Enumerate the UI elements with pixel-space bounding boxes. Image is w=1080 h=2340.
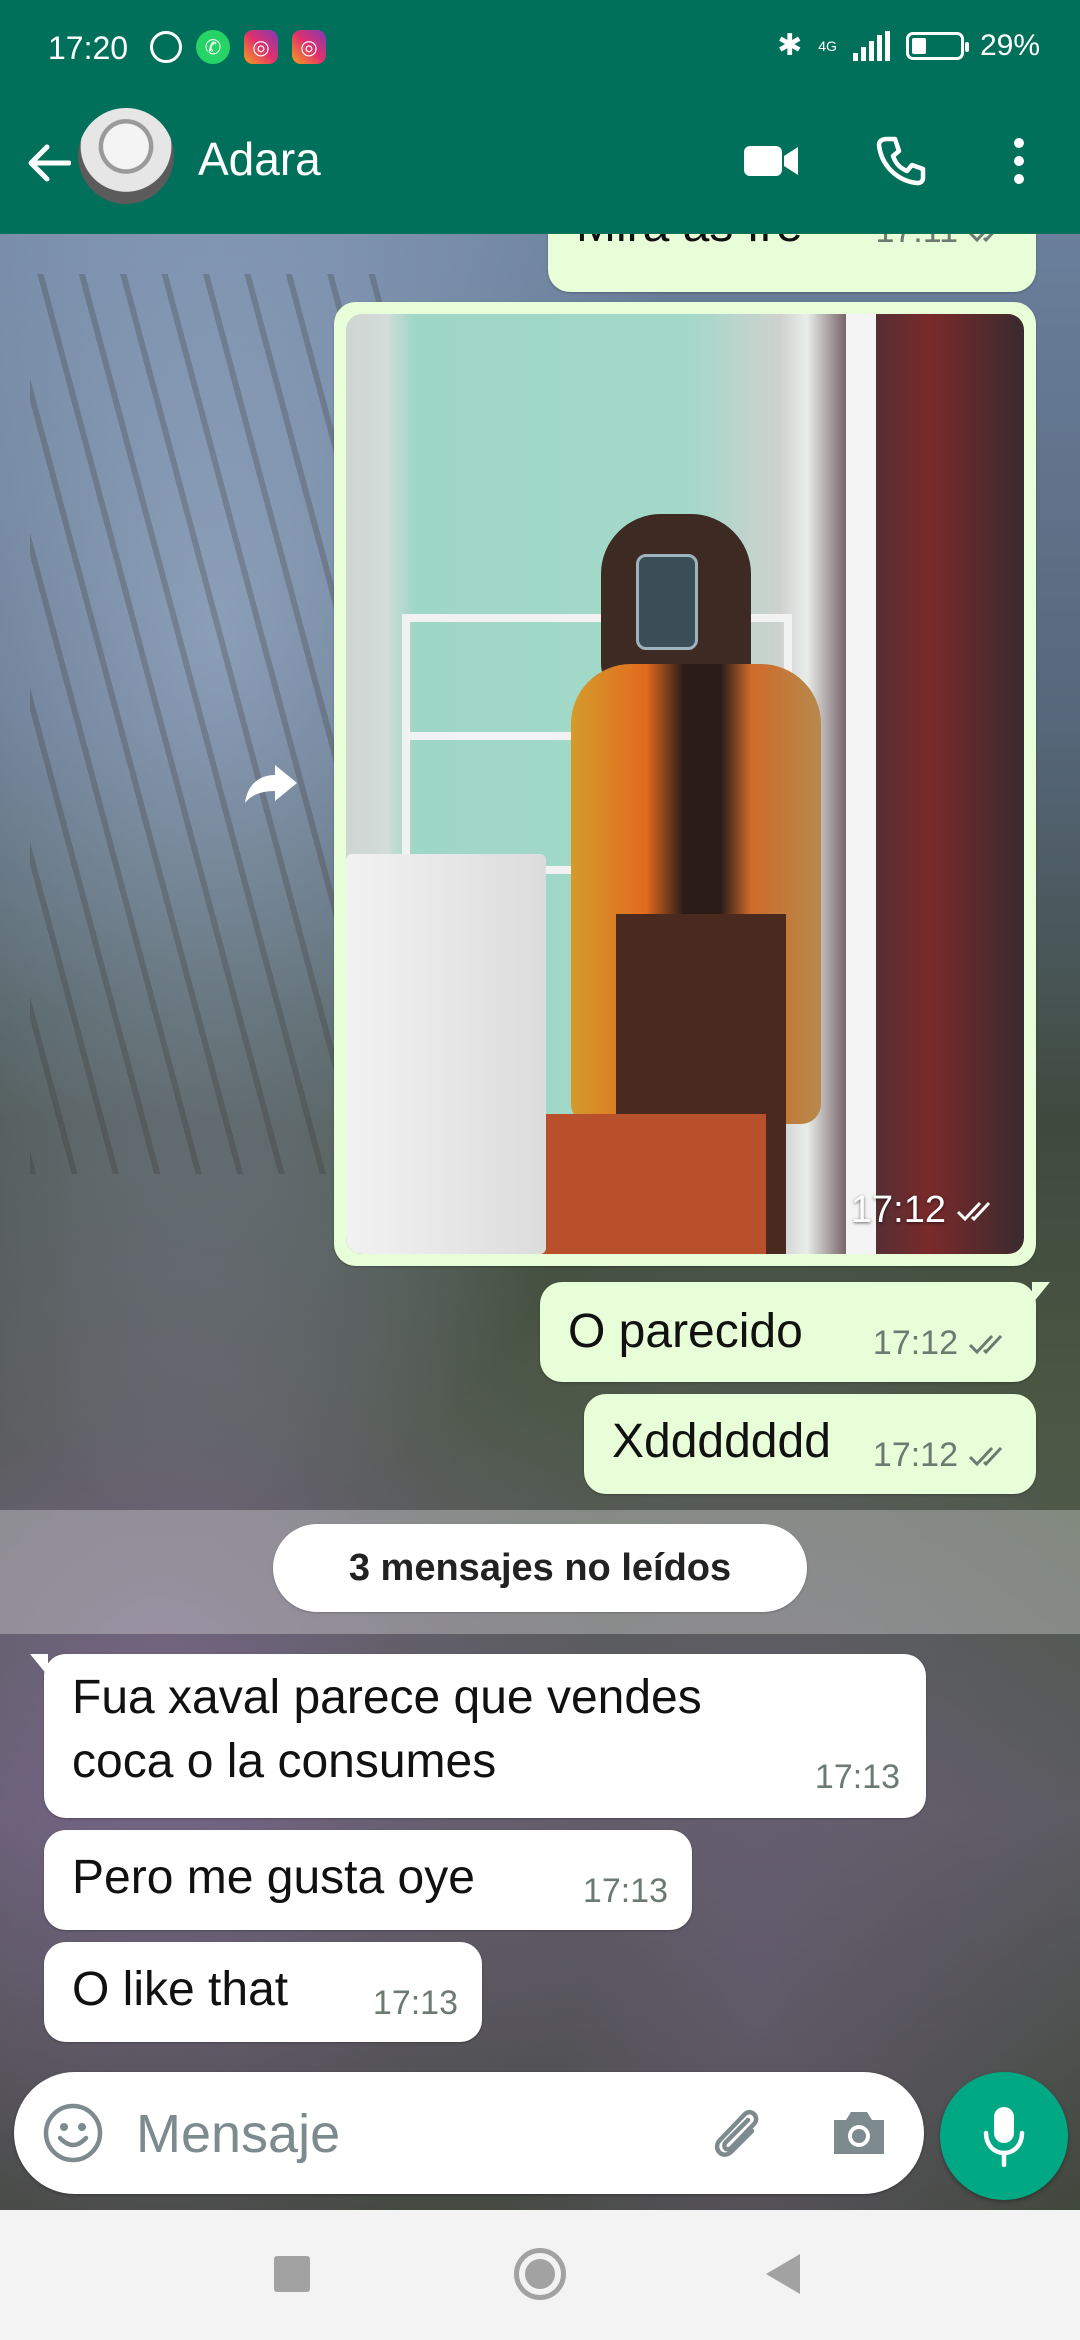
message-input[interactable] xyxy=(134,2098,698,2170)
unread-messages-badge: 3 mensajes no leídos xyxy=(273,1524,807,1612)
photo-mirror-frame xyxy=(846,314,876,1254)
back-arrow-icon[interactable] xyxy=(18,128,78,198)
read-ticks-icon xyxy=(969,234,994,242)
mic-icon[interactable] xyxy=(940,2072,1068,2200)
mirror-selfie-photo[interactable]: 17:12 xyxy=(346,314,1024,1254)
message-text: Pero me gusta oye xyxy=(72,1851,475,1904)
message-meta: 17:12 xyxy=(873,1436,1012,1475)
message-bubble-outgoing[interactable]: Mira as fre 17:11 xyxy=(548,234,1036,292)
chat-messages[interactable]: Mira as fre 17:11 17:12 O parecido xyxy=(0,234,1080,2210)
message-text: O parecido xyxy=(568,1305,803,1358)
message-text-line: coca o la consumes xyxy=(72,1735,497,1788)
signal-icon xyxy=(852,30,890,61)
status-time: 17:20 xyxy=(48,30,129,66)
network-type: 4G xyxy=(818,37,837,54)
status-bar: 17:20 ✆ ◎ ◎ ✱ 4G 29% xyxy=(0,0,1080,100)
whatsapp-icon: ✆ xyxy=(196,30,230,64)
message-bubble-incoming[interactable]: Fua xaval parece que vendes coca o la co… xyxy=(30,1654,926,1818)
message-meta: 17:11 xyxy=(875,234,1012,251)
message-time: 17:11 xyxy=(875,234,958,251)
message-bubble-outgoing[interactable]: Xddddddd 17:12 xyxy=(584,1394,1036,1494)
image-meta: 17:12 xyxy=(851,1189,1000,1232)
message-text: O like that xyxy=(72,1963,289,2016)
message-time: 17:12 xyxy=(872,1324,958,1362)
message-time: 17:12 xyxy=(872,1436,958,1474)
status-right: ✱ 4G 29% xyxy=(777,28,1040,63)
read-ticks-icon xyxy=(968,1446,1003,1466)
image-message[interactable]: 17:12 xyxy=(334,302,1036,1266)
message-meta: 17:13 xyxy=(583,1872,668,1911)
message-meta: 17:13 xyxy=(373,1984,458,2023)
message-text: Mira as fre xyxy=(576,234,803,258)
message-time: 17:13 xyxy=(582,1872,668,1910)
contact-name[interactable]: Adara xyxy=(198,132,321,186)
photo-phone xyxy=(636,554,698,650)
message-time: 17:12 xyxy=(850,1189,946,1231)
message-bubble-incoming[interactable]: Pero me gusta oye 17:13 xyxy=(44,1830,692,1930)
message-text: Xddddddd xyxy=(612,1415,831,1468)
message-bubble-incoming[interactable]: O like that 17:13 xyxy=(44,1942,482,2042)
battery-percent: 29% xyxy=(979,28,1040,62)
phone-icon[interactable] xyxy=(866,126,936,196)
recents-icon[interactable] xyxy=(274,2256,310,2292)
bluetooth-icon: ✱ xyxy=(777,29,803,62)
instagram-icon: ◎ xyxy=(244,30,278,64)
chat-header: Adara xyxy=(0,100,1080,234)
attach-icon[interactable] xyxy=(704,2100,770,2166)
message-meta: 17:12 xyxy=(873,1324,1012,1363)
video-call-icon[interactable] xyxy=(736,126,806,196)
message-time: 17:13 xyxy=(372,1984,458,2022)
message-composer xyxy=(14,2072,924,2194)
read-ticks-icon xyxy=(956,1201,991,1221)
emoji-icon[interactable] xyxy=(42,2102,104,2164)
nav-back-icon[interactable] xyxy=(766,2254,800,2294)
more-vertical-icon[interactable] xyxy=(984,126,1054,196)
avatar[interactable] xyxy=(78,108,174,204)
message-time: 17:13 xyxy=(814,1758,900,1796)
message-bubble-outgoing[interactable]: O parecido 17:12 xyxy=(540,1282,1050,1382)
status-notification-icons: ✆ ◎ ◎ xyxy=(150,30,326,64)
message-text-line: Fua xaval parece que vendes xyxy=(72,1671,702,1724)
read-ticks-icon xyxy=(968,1334,1003,1354)
message-meta: 17:13 xyxy=(815,1758,900,1797)
forward-icon[interactable] xyxy=(236,748,306,818)
home-icon[interactable] xyxy=(514,2248,566,2300)
system-navigation-bar xyxy=(0,2210,1080,2340)
instagram-icon: ◎ xyxy=(292,30,326,64)
camera-icon[interactable] xyxy=(826,2100,892,2166)
alarm-icon xyxy=(150,31,182,63)
battery-icon xyxy=(905,31,969,60)
photo-pc-tower xyxy=(346,854,546,1254)
